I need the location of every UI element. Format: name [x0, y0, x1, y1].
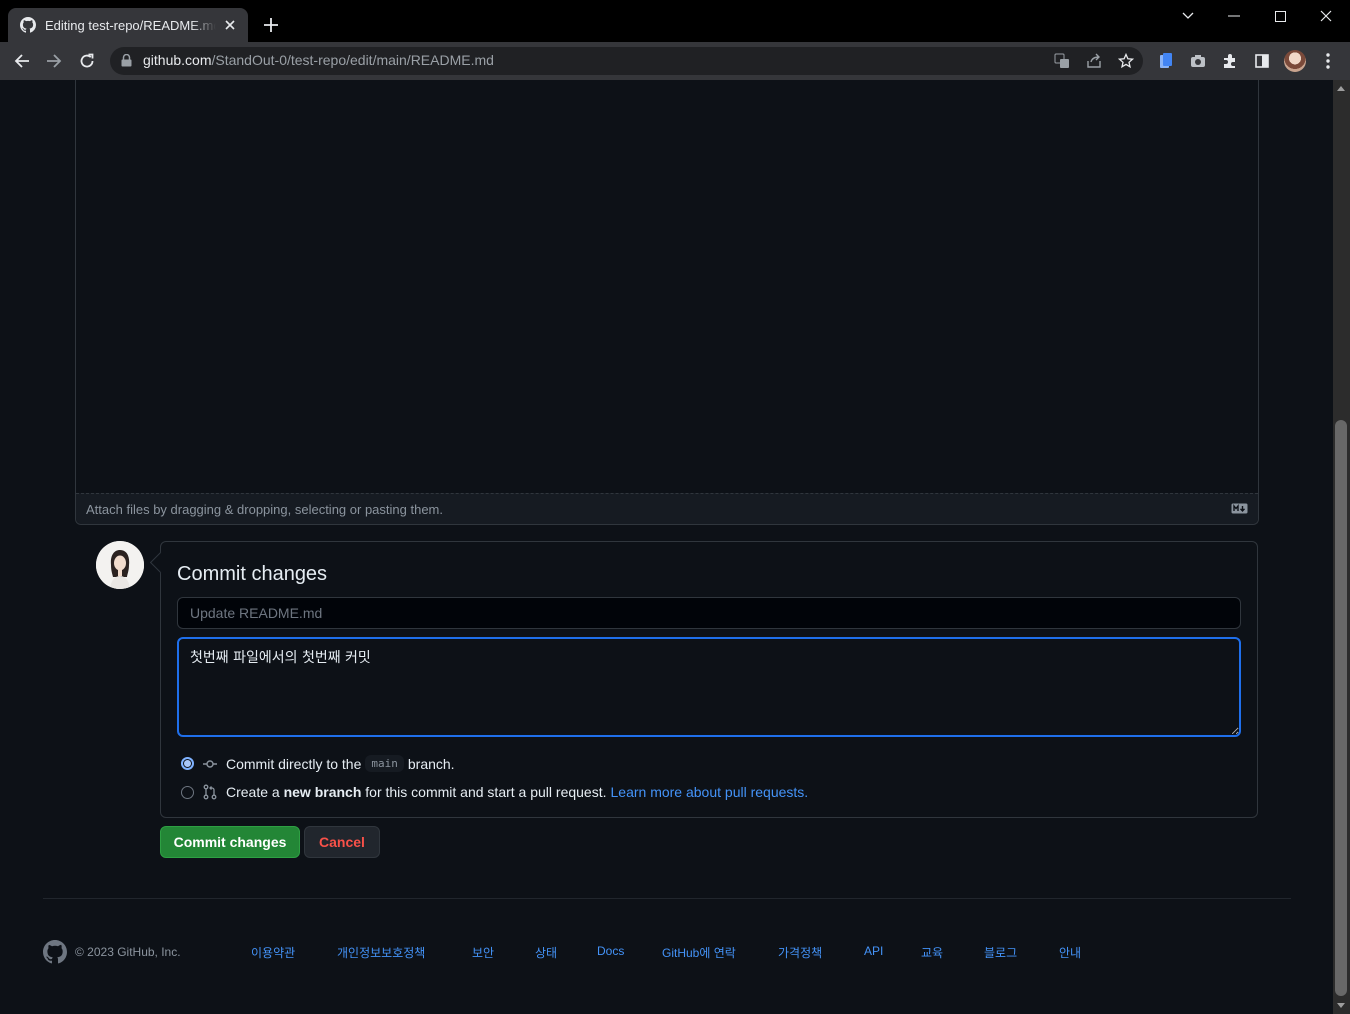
github-octocat-icon [20, 17, 36, 33]
scroll-down-arrow-icon[interactable] [1337, 1003, 1345, 1008]
footer-link-about[interactable]: 안내 [1059, 944, 1081, 961]
commit-direct-radio[interactable] [181, 757, 194, 770]
maximize-icon[interactable] [1269, 6, 1291, 26]
github-mark-icon[interactable] [43, 940, 67, 964]
scroll-thumb[interactable] [1335, 420, 1347, 996]
extensions-puzzle-icon[interactable] [1221, 52, 1239, 70]
learn-more-link[interactable]: Learn more about pull requests. [611, 784, 809, 800]
camera-icon[interactable] [1189, 52, 1207, 70]
footer-link-docs[interactable]: Docs [597, 944, 624, 958]
footer-link-terms[interactable]: 이용약관 [251, 944, 295, 961]
user-avatar[interactable] [96, 541, 144, 589]
browser-menu-icon[interactable] [1319, 52, 1337, 70]
back-arrow-icon[interactable] [12, 51, 32, 71]
new-tab-icon[interactable] [262, 16, 280, 34]
footer-divider [43, 898, 1291, 899]
markdown-icon [1231, 503, 1248, 514]
commit-direct-prefix: Commit directly to the [226, 755, 362, 772]
commit-form: Commit changes 첫번째 파일에서의 첫번째 커밋 Commit d… [160, 541, 1258, 818]
reload-icon[interactable] [77, 51, 97, 71]
commit-new-branch-radio[interactable] [181, 785, 194, 799]
commit-description-input[interactable]: 첫번째 파일에서의 첫번째 커밋 [177, 637, 1241, 737]
window-close-icon[interactable] [1315, 6, 1337, 26]
footer-link-contact[interactable]: GitHub에 연락 [662, 944, 736, 961]
browser-tab[interactable]: Editing test-repo/README.md at main [8, 8, 248, 42]
bookmark-star-icon[interactable] [1117, 52, 1135, 70]
footer-link-security[interactable]: 보안 [472, 944, 494, 961]
file-attach-bar[interactable]: Attach files by dragging & dropping, sel… [76, 493, 1258, 524]
side-panel-icon[interactable] [1253, 52, 1271, 70]
git-commit-icon [202, 756, 218, 772]
minimize-icon[interactable] [1223, 6, 1245, 26]
browser-toolbar: github.com/StandOut-0/test-repo/edit/mai… [0, 42, 1350, 80]
tab-search-chevron-icon[interactable] [1177, 6, 1199, 26]
commit-new-prefix: Create a [226, 784, 280, 800]
tab-title: Editing test-repo/README.md at main [45, 17, 216, 33]
commit-direct-suffix: branch. [407, 755, 455, 772]
footer-copyright: © 2023 GitHub, Inc. [75, 945, 181, 959]
footer-link-training[interactable]: 교육 [921, 944, 943, 961]
commit-changes-button[interactable]: Commit changes [160, 826, 300, 858]
page-scrollbar[interactable] [1333, 80, 1350, 1014]
cancel-button[interactable]: Cancel [304, 826, 380, 858]
forward-arrow-icon[interactable] [44, 51, 64, 71]
profile-avatar[interactable] [1284, 50, 1306, 72]
file-editor: Attach files by dragging & dropping, sel… [75, 80, 1259, 525]
share-icon[interactable] [1085, 52, 1103, 70]
url-text: github.com/StandOut-0/test-repo/edit/mai… [143, 52, 494, 68]
code-editor-area[interactable] [76, 80, 1258, 493]
commit-heading: Commit changes [177, 563, 328, 585]
translate-icon[interactable] [1053, 52, 1071, 70]
attach-hint: Attach files by dragging & dropping, sel… [86, 502, 443, 517]
footer-link-status[interactable]: 상태 [535, 944, 557, 961]
footer-link-pricing[interactable]: 가격정책 [778, 944, 822, 961]
commit-direct-option[interactable]: Commit directly to the main branch. [181, 755, 455, 772]
branch-name: main [365, 755, 404, 772]
commit-new-suffix: for this commit and start a pull request… [365, 784, 607, 800]
git-pull-request-icon [202, 784, 218, 800]
commit-new-bold: new branch [283, 784, 362, 800]
address-bar[interactable]: github.com/StandOut-0/test-repo/edit/mai… [110, 47, 1143, 75]
commit-summary-input[interactable] [177, 597, 1241, 629]
footer-link-privacy[interactable]: 개인정보보호정책 [337, 944, 425, 961]
extension-files-icon[interactable] [1157, 52, 1175, 70]
browser-tab-strip: Editing test-repo/README.md at main [0, 0, 1350, 42]
commit-new-branch-option[interactable]: Create a new branch for this commit and … [181, 784, 808, 800]
footer-link-blog[interactable]: 블로그 [984, 944, 1017, 961]
footer-link-api[interactable]: API [864, 944, 883, 958]
tab-close-icon[interactable] [222, 17, 238, 33]
lock-icon [121, 54, 132, 67]
scroll-up-arrow-icon[interactable] [1337, 86, 1345, 91]
